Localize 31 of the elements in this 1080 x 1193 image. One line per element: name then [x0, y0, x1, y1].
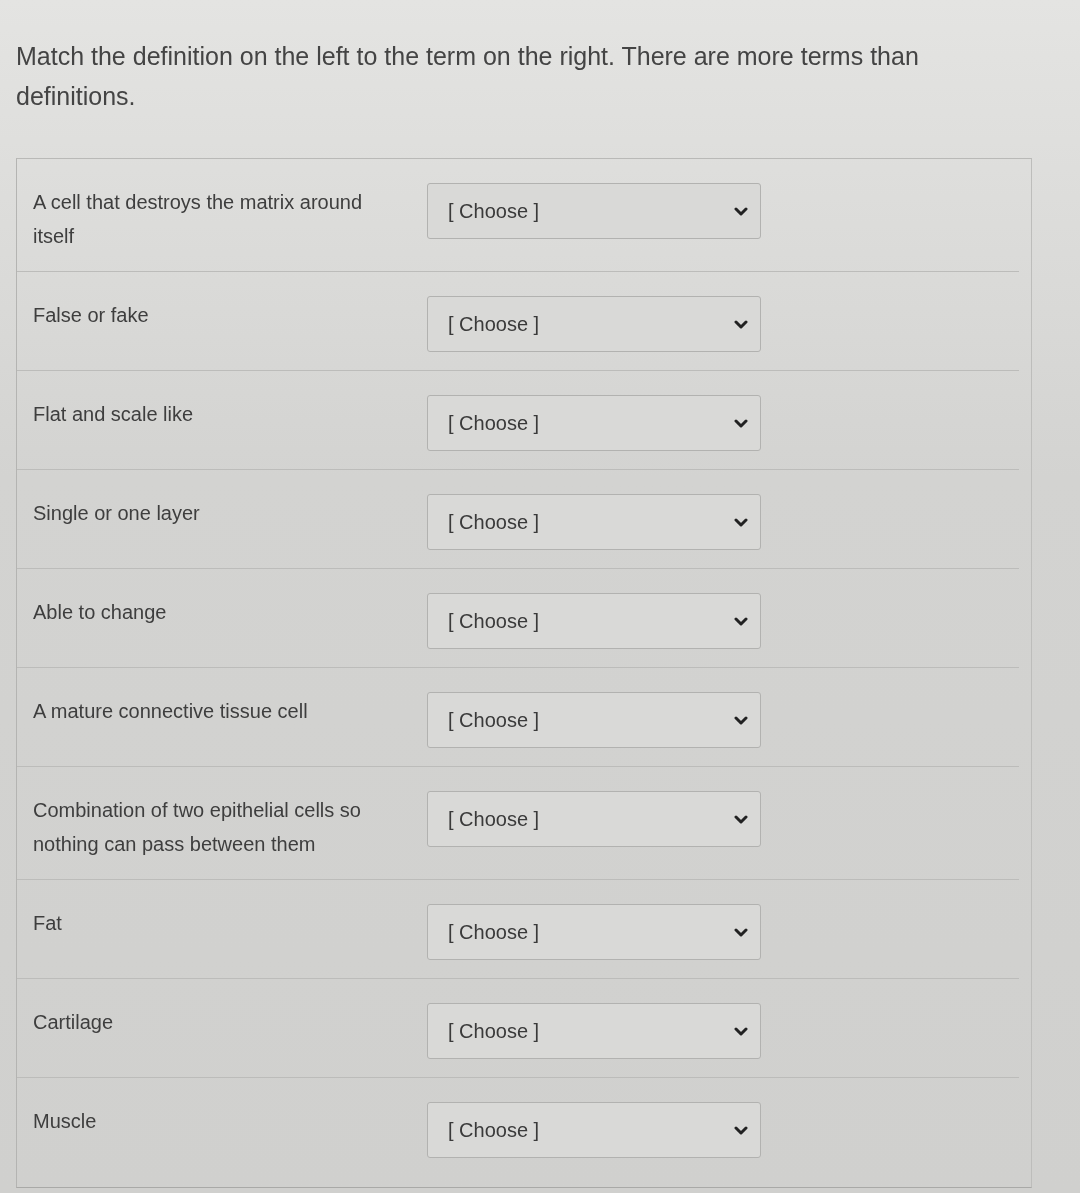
term-dropdown[interactable]: [ Choose ]: [427, 593, 761, 649]
term-dropdown[interactable]: [ Choose ]: [427, 692, 761, 748]
chevron-down-icon: [734, 814, 748, 824]
term-dropdown[interactable]: [ Choose ]: [427, 395, 761, 451]
definition-text: A mature connective tissue cell: [33, 699, 309, 724]
chevron-down-icon: [734, 1125, 748, 1135]
definition-text: Combination of two epithelial cells so nothing can pass between them: [33, 798, 362, 857]
chevron-down-icon: [734, 206, 748, 216]
term-dropdown[interactable]: [ Choose ]: [427, 1102, 761, 1158]
definition-text: Cartilage: [33, 1010, 115, 1035]
chevron-down-icon: [734, 616, 748, 626]
term-dropdown[interactable]: [ Choose ]: [427, 904, 761, 960]
term-dropdown[interactable]: [ Choose ]: [427, 296, 761, 352]
chevron-down-icon: [734, 1026, 748, 1036]
definition-text: Flat and scale like: [33, 402, 195, 427]
chevron-down-icon: [734, 517, 748, 527]
definition-text: A cell that destroys the matrix around itself: [33, 190, 364, 249]
definition-text: False or fake: [33, 303, 150, 328]
question-prompt: Match the definition on the left to the term on the right. There are more terms than definitions.: [16, 41, 920, 112]
term-dropdown[interactable]: [ Choose ]: [427, 183, 761, 239]
chevron-down-icon: [734, 927, 748, 937]
chevron-down-icon: [734, 319, 748, 329]
chevron-down-icon: [734, 418, 748, 428]
term-dropdown[interactable]: [ Choose ]: [427, 494, 761, 550]
definition-text: Able to change: [33, 600, 168, 625]
term-dropdown[interactable]: [ Choose ]: [427, 791, 761, 847]
definition-text: Fat: [33, 911, 63, 936]
chevron-down-icon: [734, 715, 748, 725]
definition-text: Single or one layer: [33, 501, 201, 526]
definition-text: Muscle: [33, 1109, 98, 1134]
term-dropdown[interactable]: [ Choose ]: [427, 1003, 761, 1059]
